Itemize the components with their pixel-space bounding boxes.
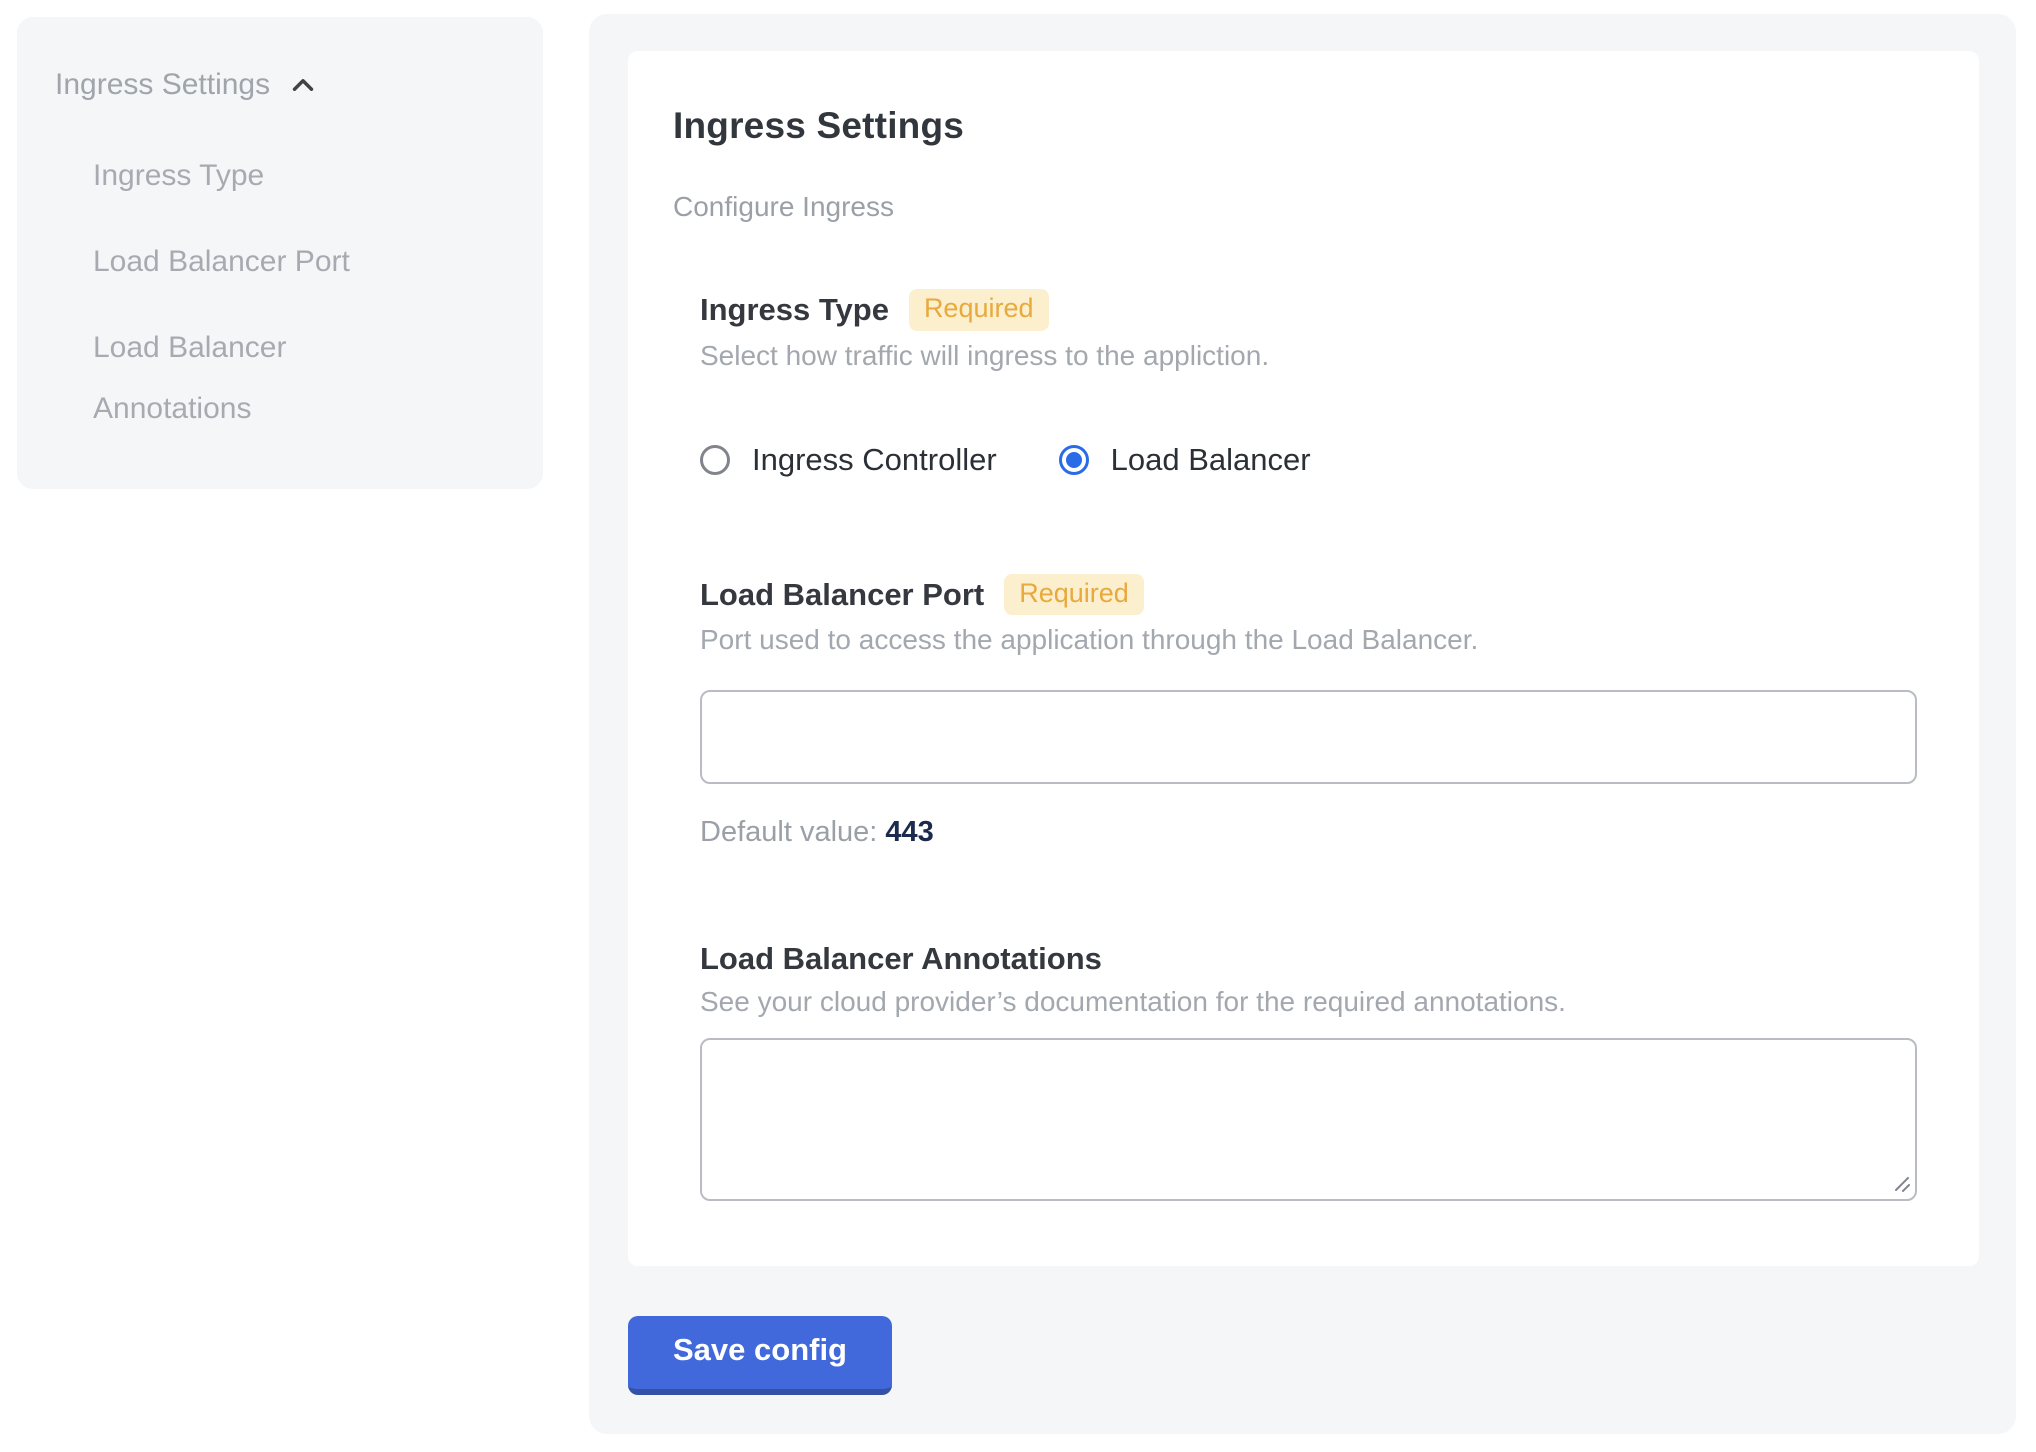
section-ingress-type: Ingress Type Required Select how traffic… bbox=[700, 289, 1917, 478]
sidebar-item-ingress-type[interactable]: Ingress Type bbox=[93, 145, 433, 206]
radio-label-load-balancer: Load Balancer bbox=[1111, 442, 1311, 478]
save-config-button[interactable]: Save config bbox=[628, 1316, 892, 1395]
ingress-type-title: Ingress Type bbox=[700, 292, 889, 328]
load-balancer-annotations-textarea[interactable] bbox=[700, 1038, 1917, 1201]
page-subtitle: Configure Ingress bbox=[673, 191, 1917, 223]
load-balancer-annotations-title: Load Balancer Annotations bbox=[700, 941, 1102, 977]
sidebar-section-toggle[interactable]: Ingress Settings bbox=[55, 67, 503, 103]
load-balancer-port-description: Port used to access the application thro… bbox=[700, 624, 1917, 656]
textarea-resize-handle-icon[interactable] bbox=[1892, 1174, 1912, 1194]
radio-checked-icon[interactable] bbox=[1059, 445, 1089, 475]
ingress-type-description: Select how traffic will ingress to the a… bbox=[700, 340, 1917, 372]
page-title: Ingress Settings bbox=[673, 105, 1917, 147]
sidebar-section-label: Ingress Settings bbox=[55, 67, 270, 103]
sidebar-item-load-balancer-annotations[interactable]: Load Balancer Annotations bbox=[93, 317, 433, 439]
load-balancer-annotations-description: See your cloud provider’s documentation … bbox=[700, 986, 1917, 1018]
chevron-up-icon bbox=[286, 68, 320, 102]
ingress-settings-card: Ingress Settings Configure Ingress Ingre… bbox=[628, 51, 1979, 1266]
default-value-helper: Default value:443 bbox=[700, 816, 1917, 849]
section-load-balancer-port: Load Balancer Port Required Port used to… bbox=[700, 574, 1917, 850]
section-load-balancer-annotations: Load Balancer Annotations See your cloud… bbox=[700, 941, 1917, 1201]
ingress-type-radio-group: Ingress Controller Load Balancer bbox=[700, 442, 1917, 478]
sidebar-nav: Ingress Type Load Balancer Port Load Bal… bbox=[55, 145, 503, 439]
page: Ingress Settings Ingress Type Load Balan… bbox=[0, 0, 2036, 1452]
radio-label-ingress-controller: Ingress Controller bbox=[752, 442, 997, 478]
radio-unchecked-icon[interactable] bbox=[700, 445, 730, 475]
main-panel: Ingress Settings Configure Ingress Ingre… bbox=[589, 14, 2016, 1434]
default-value: 443 bbox=[885, 816, 933, 848]
required-badge: Required bbox=[1004, 574, 1144, 616]
default-value-label: Default value: bbox=[700, 816, 877, 848]
radio-option-load-balancer[interactable]: Load Balancer bbox=[1059, 442, 1311, 478]
settings-sidebar: Ingress Settings Ingress Type Load Balan… bbox=[17, 17, 543, 489]
sidebar-item-load-balancer-port[interactable]: Load Balancer Port bbox=[93, 231, 433, 292]
radio-option-ingress-controller[interactable]: Ingress Controller bbox=[700, 442, 997, 478]
load-balancer-port-title: Load Balancer Port bbox=[700, 577, 984, 613]
required-badge: Required bbox=[909, 289, 1049, 331]
load-balancer-port-input[interactable] bbox=[700, 690, 1917, 784]
